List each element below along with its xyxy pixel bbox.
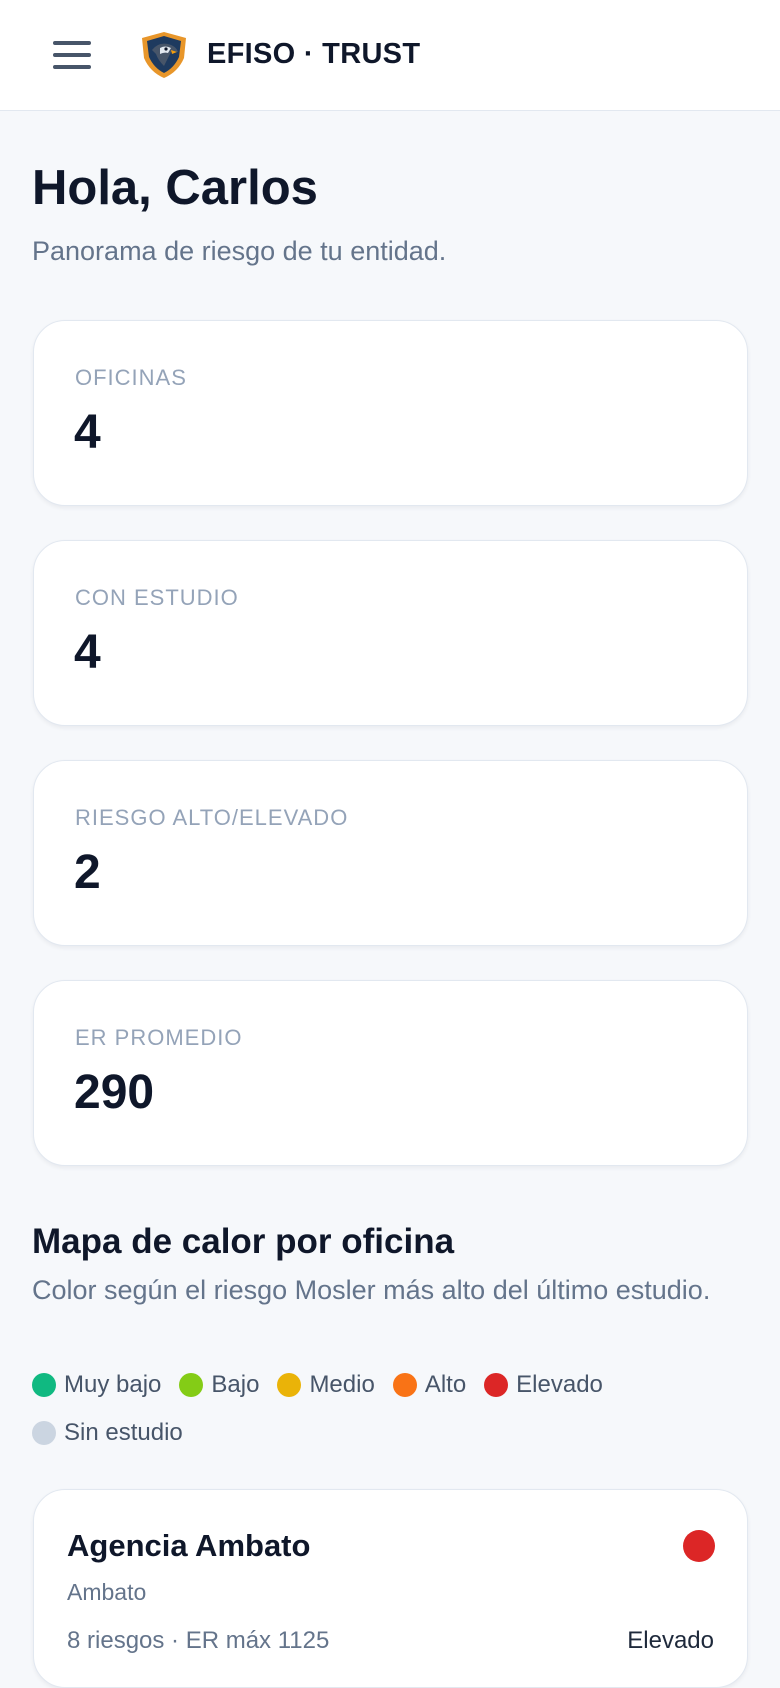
legend-label: Medio xyxy=(309,1371,375,1398)
stat-label: CON ESTUDIO xyxy=(75,585,239,610)
heatmap-description: Color según el riesgo Mosler más alto de… xyxy=(32,1275,711,1305)
office-name: Agencia Ambato xyxy=(67,1528,311,1563)
office-risk-level: Elevado xyxy=(627,1627,714,1654)
stat-value: 4 xyxy=(74,406,101,459)
legend-label: Alto xyxy=(424,1371,467,1398)
stat-label: OFICINAS xyxy=(75,365,187,390)
legend-dot xyxy=(484,1373,509,1397)
legend-dot xyxy=(32,1373,56,1397)
legend-label: Bajo xyxy=(211,1371,260,1398)
stat-card-er-promedio: ER PROMEDIO 290 xyxy=(33,980,748,1166)
stat-card-con-estudio: CON ESTUDIO 4 xyxy=(33,540,748,726)
legend-label: Sin estudio xyxy=(64,1419,183,1446)
legend-item-elevado: Elevado xyxy=(484,1371,603,1398)
legend-dot xyxy=(32,1421,56,1445)
legend-item-alto: Alto xyxy=(392,1371,467,1398)
stat-label: ER PROMEDIO xyxy=(75,1025,243,1050)
hamburger-icon[interactable] xyxy=(53,39,91,71)
legend-item-sin-estudio: Sin estudio xyxy=(32,1419,183,1446)
page-subtitle: Panorama de riesgo de tu entidad. xyxy=(32,236,447,266)
eagle-shield-logo xyxy=(138,30,190,80)
legend-item-bajo: Bajo xyxy=(179,1371,260,1398)
office-meta: 8 riesgos · ER máx 1125 xyxy=(67,1627,330,1654)
stat-card-oficinas: OFICINAS 4 xyxy=(33,320,748,506)
heatmap-legend: Muy bajo Bajo Medio Alto Elevado Sin est… xyxy=(32,1371,752,1446)
heatmap-title: Mapa de calor por oficina xyxy=(32,1222,455,1261)
brand-title: EFISO · TRUST xyxy=(207,38,421,70)
legend-dot xyxy=(277,1373,302,1397)
legend-item-medio: Medio xyxy=(277,1371,375,1398)
office-card[interactable]: Agencia Ambato Ambato 8 riesgos · ER máx… xyxy=(33,1489,748,1688)
legend-dot xyxy=(179,1373,204,1397)
legend-item-muy-bajo: Muy bajo xyxy=(32,1371,162,1398)
legend-label: Muy bajo xyxy=(64,1371,162,1398)
risk-level-dot xyxy=(683,1530,715,1562)
page-title: Hola, Carlos xyxy=(32,161,318,215)
stat-value: 2 xyxy=(74,846,101,899)
stat-card-riesgo-alto: RIESGO ALTO/ELEVADO 2 xyxy=(33,760,748,946)
legend-dot xyxy=(392,1373,417,1397)
stat-value: 4 xyxy=(74,626,101,679)
legend-label: Elevado xyxy=(516,1371,603,1398)
stat-value: 290 xyxy=(74,1066,155,1119)
office-city: Ambato xyxy=(67,1579,147,1605)
stat-label: RIESGO ALTO/ELEVADO xyxy=(75,805,349,830)
top-bar: EFISO · TRUST xyxy=(0,0,780,111)
